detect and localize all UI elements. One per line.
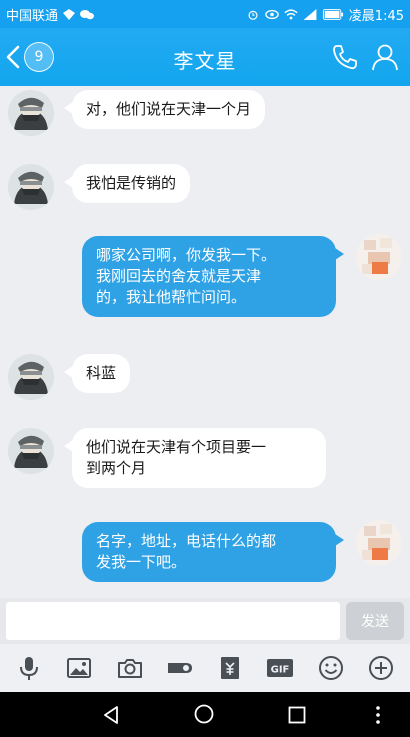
carrier-label: 中国联通	[6, 8, 59, 24]
ninja-avatar-icon	[8, 90, 54, 136]
system-nav-bar	[0, 692, 410, 737]
svg-text:GIF: GIF	[271, 665, 290, 676]
message-bubble[interactable]: 我怕是传销的	[63, 164, 191, 203]
message-bubble[interactable]: 名字，地址，电话什么的都 发我一下吧。	[82, 522, 344, 582]
wifi-icon	[284, 8, 298, 19]
ninja-avatar-icon	[8, 164, 54, 210]
self-avatar[interactable]	[356, 234, 402, 280]
more-button[interactable]	[366, 653, 396, 683]
voice-button[interactable]	[14, 653, 44, 683]
payment-button[interactable]	[215, 653, 245, 683]
contact-avatar[interactable]	[8, 354, 54, 400]
notification-icon	[63, 8, 76, 20]
message-bubble[interactable]: 科蓝	[63, 354, 131, 393]
blurred-avatar-icon	[356, 234, 402, 280]
clock-label: 凌晨1:45	[348, 8, 404, 24]
nav-home-icon[interactable]	[193, 703, 215, 725]
message-bubble[interactable]: 他们说在天津有个项目要一 到两个月	[64, 428, 326, 488]
signal-icon	[303, 8, 317, 20]
self-avatar[interactable]	[356, 520, 402, 566]
camera-icon	[117, 659, 142, 678]
phone-icon[interactable]	[330, 42, 360, 72]
status-bar: 中国联通 凌晨1:45	[0, 0, 410, 28]
image-icon	[67, 658, 92, 678]
message-bubble[interactable]: 哪家公司啊，你发我一下。 我刚回去的舍友就是天津 的，我让他帮忙问问。	[82, 236, 344, 317]
photo-button[interactable]	[64, 653, 94, 683]
camera-button[interactable]	[115, 653, 145, 683]
contact-avatar[interactable]	[8, 428, 54, 474]
red-packet-icon	[167, 663, 192, 673]
microphone-icon	[20, 657, 39, 680]
ninja-avatar-icon	[8, 354, 54, 400]
eye-icon	[265, 9, 279, 19]
payment-icon	[221, 657, 240, 679]
nav-back-icon[interactable]	[100, 704, 122, 726]
gif-button[interactable]: GIF	[265, 653, 295, 683]
contact-avatar[interactable]	[8, 164, 54, 210]
nav-recent-apps-icon[interactable]	[286, 704, 308, 726]
alarm-icon	[248, 10, 258, 20]
chat-header: 9 李文星	[0, 28, 410, 86]
nav-menu-icon[interactable]	[372, 704, 384, 726]
emoji-button[interactable]	[316, 653, 346, 683]
input-toolbar: GIF	[0, 644, 410, 692]
input-bar: 发送	[0, 598, 410, 644]
message-bubble[interactable]: 对，他们说在天津一个月	[63, 90, 266, 129]
blurred-avatar-icon	[356, 520, 402, 566]
gif-icon: GIF	[267, 659, 294, 677]
emoji-icon	[318, 656, 343, 680]
wechat-icon	[80, 9, 95, 19]
send-button[interactable]: 发送	[346, 602, 404, 640]
message-input[interactable]	[6, 602, 340, 640]
plus-circle-icon	[368, 656, 393, 680]
battery-icon	[322, 8, 343, 20]
user-profile-icon[interactable]	[370, 42, 400, 72]
message-list[interactable]: 对，他们说在天津一个月 我怕是传销的 哪家公司啊，你发我一下。 我刚回去的舍友就…	[0, 86, 410, 598]
ninja-avatar-icon	[8, 428, 54, 474]
red-packet-button[interactable]	[165, 653, 195, 683]
contact-avatar[interactable]	[8, 90, 54, 136]
